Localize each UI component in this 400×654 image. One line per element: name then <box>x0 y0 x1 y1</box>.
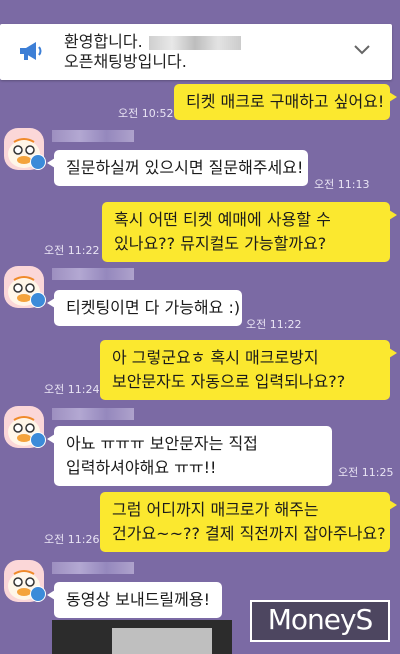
notice-banner[interactable]: 환영합니다. 오픈채팅방입니다. <box>0 24 392 80</box>
message-time: 오전 11:25 <box>338 466 394 479</box>
message-bubble: 혹시 어떤 티켓 예매에 사용할 수 있나요?? 뮤지컬도 가능할까요? <box>102 202 397 262</box>
redacted-room-name <box>148 35 241 50</box>
message-time: 오전 11:22 <box>44 244 100 257</box>
message-time: 오전 11:24 <box>44 383 100 396</box>
redacted-user-name <box>52 130 134 142</box>
message-time: 오전 11:13 <box>314 178 370 191</box>
redacted-user-name <box>52 408 134 420</box>
message-time: 오전 11:26 <box>44 533 100 546</box>
watermark-logo: MoneyS <box>250 600 390 642</box>
crown-badge-icon <box>30 292 46 308</box>
message-time: 오전 10:52 <box>118 107 174 120</box>
crown-badge-icon <box>30 154 46 170</box>
message-bubble: 질문하실꺼 있으시면 질문해주세요! <box>47 150 308 186</box>
message-bubble: 그럼 어디까지 매크로가 해주는 건가요~~?? 결제 직전까지 잡아주나요? <box>100 492 397 552</box>
message-bubble: 동영상 보내드릴께용! <box>47 582 222 618</box>
redacted-user-name <box>52 562 134 574</box>
message-time: 오전 11:22 <box>246 318 302 331</box>
message-bubble: 아 그렇군요ㅎ 혹시 매크로방지 보안문자도 자동으로 입력되나요?? <box>100 340 397 400</box>
video-thumbnail[interactable] <box>52 620 232 654</box>
crown-badge-icon <box>30 432 46 448</box>
message-bubble: 티켓팅이면 다 가능해요 :) <box>47 290 242 326</box>
video-preview <box>112 628 212 654</box>
message-bubble: 티켓 매크로 구매하고 싶어요! <box>174 84 397 120</box>
notice-title: 환영합니다. <box>64 32 143 51</box>
redacted-user-name <box>52 268 134 280</box>
message-bubble: 아뇨 ㅠㅠㅠ 보안문자는 직접 입력하셔야해요 ㅠㅠ!! <box>47 426 332 486</box>
chevron-down-icon[interactable] <box>354 44 370 56</box>
crown-badge-icon <box>30 586 46 602</box>
notice-subtitle: 오픈채팅방입니다. <box>64 52 187 71</box>
megaphone-icon <box>20 42 42 60</box>
